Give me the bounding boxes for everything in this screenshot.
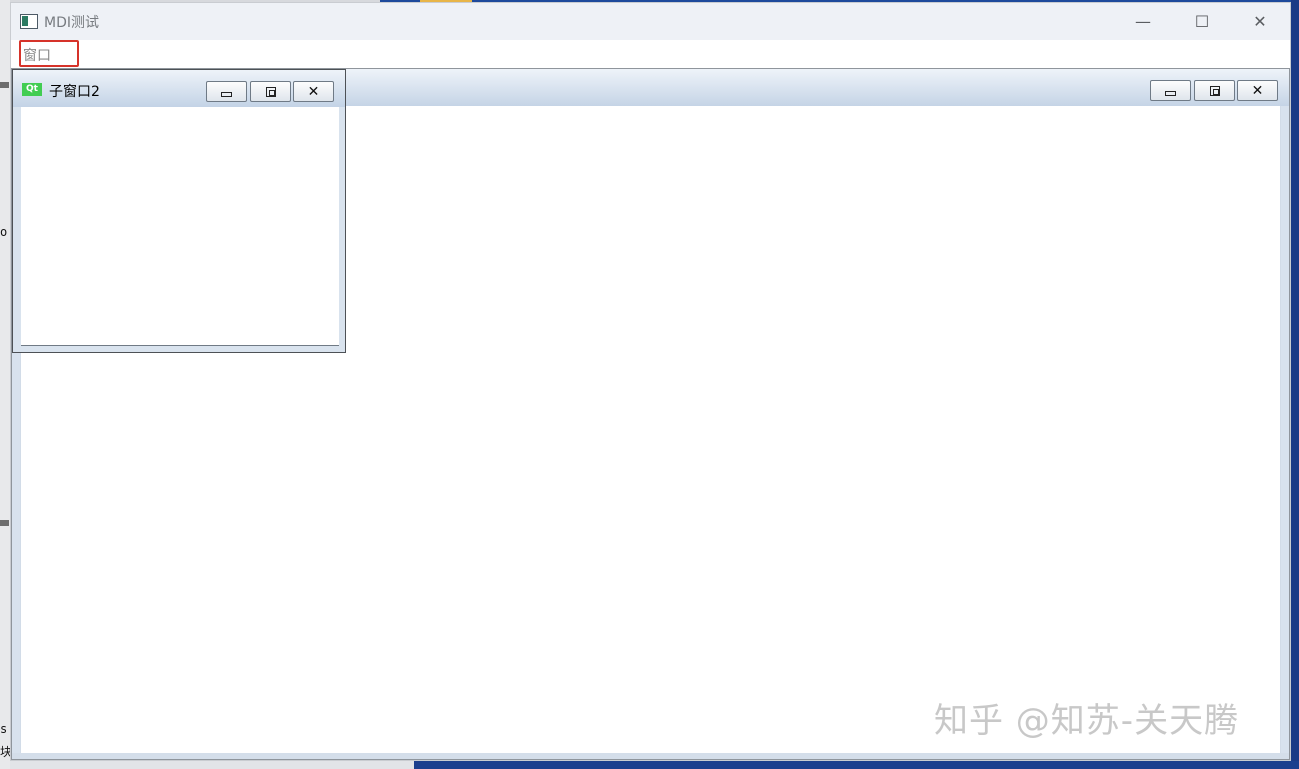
desktop-background-right [1291,0,1299,769]
minimize-icon [1165,91,1176,96]
child-minimize-button[interactable] [206,81,247,102]
maximize-button[interactable]: ☐ [1173,3,1231,40]
main-window: MDI测试 — ☐ ✕ 窗口 ✕ Qt 子窗口2 ✕ [10,2,1291,761]
app-window-icon [20,14,38,29]
subwindow-close-button[interactable]: ✕ [1237,80,1278,101]
minimize-button[interactable]: — [1114,3,1172,40]
minimize-icon: — [1135,12,1151,31]
qt-logo-icon: Qt [22,83,42,96]
background-window-bar [0,82,9,88]
child-window-title: 子窗口2 [49,84,100,100]
mdi-area: ✕ Qt 子窗口2 ✕ [11,68,1290,760]
close-icon: ✕ [1253,12,1267,31]
main-titlebar[interactable]: MDI测试 — ☐ ✕ [11,3,1290,40]
menubar: 窗口 [11,40,1290,68]
restore-icon [265,86,276,97]
background-window-bar [0,520,9,526]
child-window-2[interactable]: Qt 子窗口2 ✕ [12,69,346,353]
menu-item-window[interactable]: 窗口 [19,40,79,67]
child-close-button[interactable]: ✕ [293,81,334,102]
background-window-left [0,0,10,769]
close-button[interactable]: ✕ [1231,3,1289,40]
minimize-icon [221,92,232,97]
watermark-text: 知乎 @知苏-关天腾 [934,701,1240,741]
main-window-title: MDI测试 [44,15,99,31]
close-icon: ✕ [307,83,320,100]
subwindow-frame-bottom [12,753,1289,759]
close-icon: ✕ [1251,82,1264,99]
background-window-text: s [0,722,8,736]
maximize-icon: ☐ [1194,12,1210,31]
desktop-background-bottom-light [0,761,414,769]
subwindow-restore-button[interactable] [1194,80,1235,101]
subwindow-frame-right [1281,106,1289,753]
subwindow-minimize-button[interactable] [1150,80,1191,101]
child-restore-button[interactable] [250,81,291,102]
child-window-content[interactable] [21,107,339,346]
restore-icon [1209,85,1220,96]
child-window-titlebar[interactable]: Qt 子窗口2 ✕ [13,70,345,107]
